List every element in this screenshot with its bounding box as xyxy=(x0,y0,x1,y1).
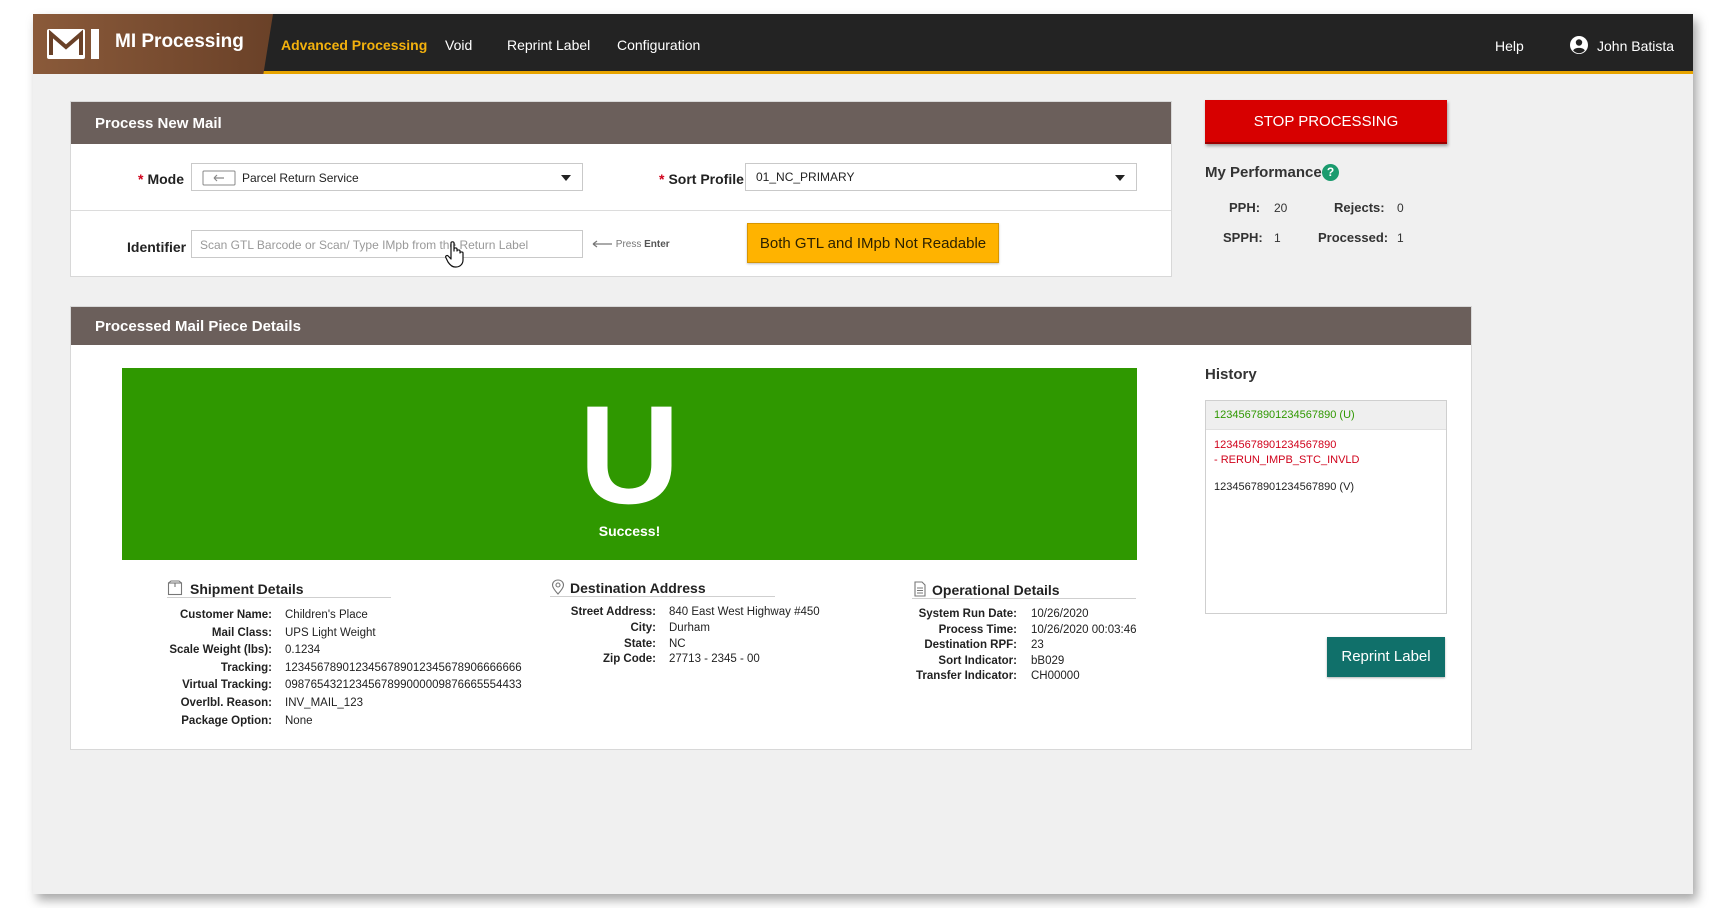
status-result-box: U Success! xyxy=(122,368,1137,560)
shipment-details-title: Shipment Details xyxy=(190,581,304,597)
detail-value: CH00000 xyxy=(1031,670,1080,683)
detail-value: 23 xyxy=(1031,639,1044,652)
history-title: History xyxy=(1205,366,1257,383)
sort-profile-label: * Sort Profile xyxy=(659,171,744,187)
destination-address-title: Destination Address xyxy=(570,580,706,596)
detail-label: Street Address: xyxy=(570,606,656,618)
reprint-label-button[interactable]: Reprint Label xyxy=(1327,637,1445,677)
section-underline xyxy=(550,596,775,597)
processed-value: 1 xyxy=(1397,231,1404,245)
top-navigation-bar: MI Processing Advanced Processing Void R… xyxy=(33,14,1693,74)
arrow-left-icon xyxy=(592,240,612,248)
detail-label: System Run Date: xyxy=(918,608,1017,620)
detail-value: 0.1234 xyxy=(285,644,321,657)
sort-profile-select[interactable]: 01_NC_PRIMARY xyxy=(745,163,1137,191)
detail-value: 840 East West Highway #450 xyxy=(669,606,820,618)
detail-label: Tracking: xyxy=(220,661,272,674)
brand-block[interactable]: MI Processing xyxy=(33,14,273,74)
process-new-mail-panel: Process New Mail * Mode Parcel Return Ser… xyxy=(70,101,1172,277)
package-icon xyxy=(167,580,183,596)
history-list[interactable]: 12345678901234567890 (U) 123456789012345… xyxy=(1205,400,1447,614)
detail-label: Mail Class: xyxy=(211,626,272,639)
history-item-error-code: - RERUN_IMPB_STC_INVLD xyxy=(1214,454,1360,466)
chevron-down-icon xyxy=(561,175,571,181)
detail-label: Customer Name: xyxy=(179,609,272,621)
sort-profile-value: 01_NC_PRIMARY xyxy=(756,170,855,184)
chevron-down-icon xyxy=(1115,175,1125,181)
not-readable-button[interactable]: Both GTL and IMpb Not Readable xyxy=(747,223,999,263)
section-underline xyxy=(167,597,391,598)
detail-label: Zip Code: xyxy=(602,653,656,666)
processed-label: Processed: xyxy=(1318,230,1389,245)
detail-value: NC xyxy=(669,637,686,650)
detail-label: City: xyxy=(630,621,656,634)
mode-select-value: Parcel Return Service xyxy=(242,171,359,185)
detail-label: State: xyxy=(624,637,656,650)
status-letter: U xyxy=(578,376,681,533)
app-title: MI Processing xyxy=(115,31,244,52)
pph-label: PPH: xyxy=(1229,200,1261,215)
help-link[interactable]: Help xyxy=(1495,38,1524,54)
detail-value: INV_MAIL_123 xyxy=(285,697,363,709)
details-panel-header: Processed Mail Piece Details xyxy=(71,307,1471,345)
detail-value: 1234567890123456789012345678906666666 xyxy=(285,661,522,674)
mode-label: * Mode xyxy=(138,171,185,187)
detail-label: Virtual Tracking: xyxy=(182,679,272,692)
map-pin-icon xyxy=(551,579,565,595)
logo-icon xyxy=(47,29,85,59)
history-item-text: 12345678901234567890 xyxy=(1214,439,1337,451)
logo-bar-icon xyxy=(91,29,99,59)
nav-advanced-processing[interactable]: Advanced Processing xyxy=(281,37,427,53)
nav-reprint-label[interactable]: Reprint Label xyxy=(507,37,590,53)
section-underline xyxy=(912,598,1136,599)
nav-configuration[interactable]: Configuration xyxy=(617,37,700,53)
pph-value: 20 xyxy=(1274,201,1288,215)
help-question-icon[interactable]: ? xyxy=(1322,164,1339,181)
rejects-value: 0 xyxy=(1397,201,1404,215)
hand-cursor-icon xyxy=(445,241,464,268)
stop-processing-button[interactable]: STOP PROCESSING xyxy=(1205,100,1447,144)
mode-select[interactable]: Parcel Return Service xyxy=(191,163,583,191)
status-text: Success! xyxy=(598,523,661,539)
operational-details-title: Operational Details xyxy=(932,582,1060,598)
process-panel-header: Process New Mail xyxy=(71,102,1171,144)
detail-value: 27713 - 2345 - 00 xyxy=(669,653,760,666)
document-icon xyxy=(914,581,926,597)
app-window: MI Processing Advanced Processing Void R… xyxy=(33,14,1693,894)
detail-label: Sort Indicator: xyxy=(938,654,1017,667)
parcel-return-icon xyxy=(202,170,236,186)
history-item-selected[interactable]: 12345678901234567890 (U) xyxy=(1206,401,1446,430)
detail-value: 0987654321234567899000009876665554433 xyxy=(285,679,522,692)
user-name[interactable]: John Batista xyxy=(1597,38,1674,54)
detail-label: Transfer Indicator: xyxy=(916,670,1017,683)
detail-value: Children's Place xyxy=(285,609,368,621)
divider xyxy=(71,210,1171,211)
detail-label: Process Time: xyxy=(938,623,1017,636)
performance-title: My Performance xyxy=(1205,164,1322,181)
history-item-text: 12345678901234567890 (U) xyxy=(1214,409,1355,421)
detail-value: None xyxy=(285,714,313,727)
history-item[interactable]: 12345678901234567890 (V) xyxy=(1206,481,1446,493)
press-enter-hint: Press Enter xyxy=(591,239,670,250)
detail-label: Destination RPF: xyxy=(924,639,1017,652)
nav-void[interactable]: Void xyxy=(445,37,472,53)
detail-value: 10/26/2020 00:03:46 xyxy=(1031,623,1137,636)
identifier-label: Identifier xyxy=(127,239,187,255)
detail-label: Overlbl. Reason: xyxy=(180,697,272,709)
identifier-input[interactable]: Scan GTL Barcode or Scan/ Type IMpb from… xyxy=(191,230,583,258)
user-avatar-icon[interactable] xyxy=(1569,35,1589,55)
detail-value: bB029 xyxy=(1031,654,1065,667)
spph-value: 1 xyxy=(1274,231,1281,245)
detail-value: Durham xyxy=(669,621,710,634)
spph-label: SPPH: xyxy=(1223,230,1263,245)
detail-label: Package Option: xyxy=(181,714,272,727)
detail-value: 10/26/2020 xyxy=(1031,608,1089,620)
history-item-text: 12345678901234567890 (V) xyxy=(1214,481,1355,493)
detail-label: Scale Weight (lbs): xyxy=(169,644,272,657)
history-item-error[interactable]: 12345678901234567890 - RERUN_IMPB_STC_IN… xyxy=(1206,439,1446,466)
detail-value: UPS Light Weight xyxy=(285,626,376,639)
rejects-label: Rejects: xyxy=(1334,200,1385,215)
